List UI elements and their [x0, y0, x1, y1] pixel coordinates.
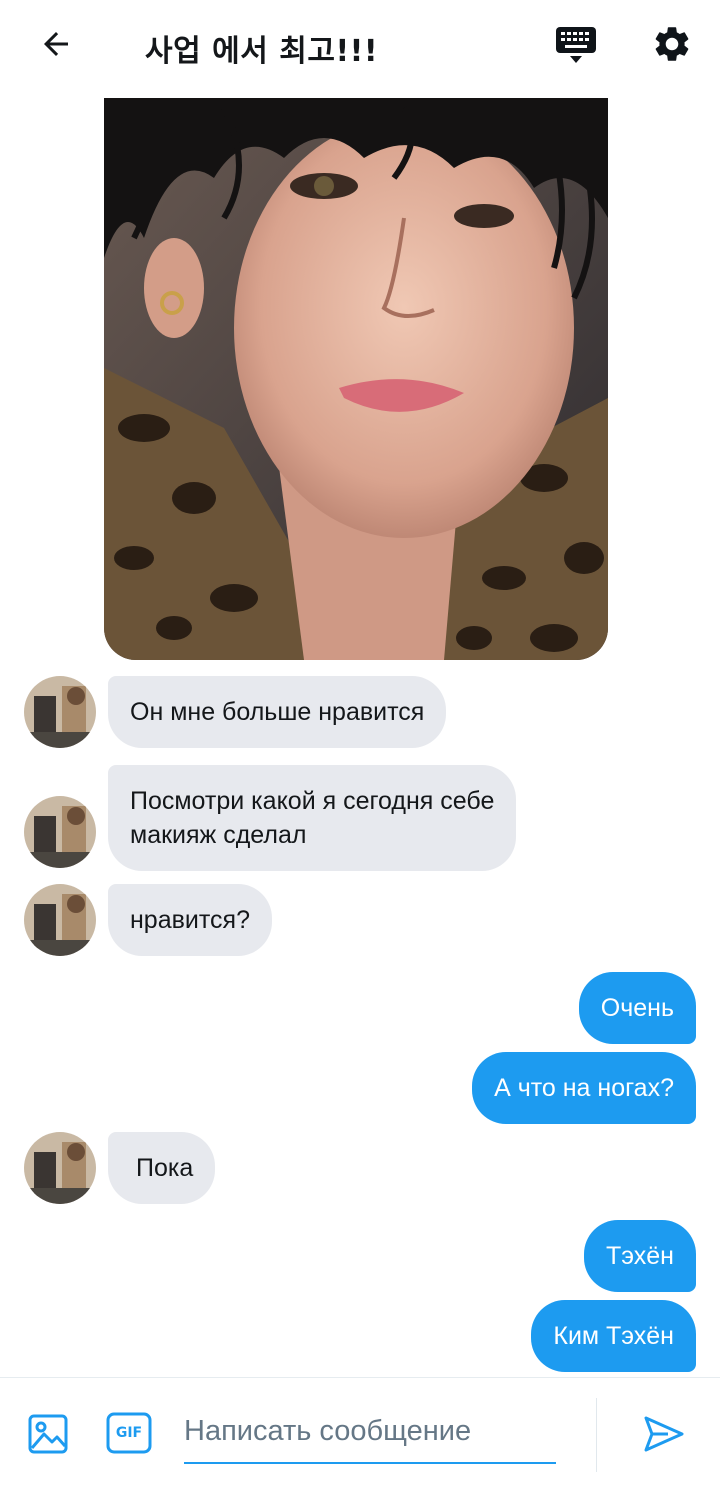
outgoing-message[interactable]: Очень — [578, 972, 696, 1044]
incoming-message[interactable]: Пока — [108, 1132, 216, 1204]
add-image-button[interactable] — [26, 1412, 70, 1456]
message-text: макияж сделал — [130, 821, 307, 849]
composer-divider — [596, 1398, 597, 1472]
add-gif-button[interactable]: GIF — [106, 1412, 152, 1454]
message-text: Он мне больше нравится — [130, 698, 425, 726]
incoming-message[interactable]: Посмотри какой я сегодня себе макияж сде… — [108, 765, 517, 871]
gif-label: GIF — [115, 1425, 143, 1441]
sender-avatar[interactable] — [24, 796, 96, 868]
message-input[interactable] — [184, 1400, 556, 1464]
message-text: нравится? — [130, 906, 250, 934]
message-text: Пока — [136, 1154, 194, 1182]
incoming-message[interactable]: Он мне больше нравится — [108, 676, 447, 748]
avatar-image — [24, 676, 96, 748]
send-button[interactable] — [640, 1410, 688, 1458]
settings-button[interactable] — [648, 20, 696, 68]
outgoing-message[interactable]: Ким Тэхён — [531, 1300, 696, 1372]
outgoing-message[interactable]: Тэхён — [584, 1220, 696, 1292]
sender-avatar[interactable] — [24, 1132, 96, 1204]
message-text: Тэхён — [606, 1242, 674, 1270]
message-text: Ким Тэхён — [553, 1322, 674, 1350]
avatar-image — [24, 1132, 96, 1204]
shared-photo[interactable] — [104, 98, 608, 660]
image-icon — [28, 1414, 68, 1454]
back-button[interactable] — [34, 22, 78, 66]
conversation-title: 사업 에서 최고!!! — [145, 34, 379, 69]
message-text: Очень — [600, 994, 674, 1022]
message-composer: GIF — [0, 1377, 720, 1492]
gear-icon — [655, 27, 689, 61]
back-arrow-icon — [44, 32, 68, 56]
message-text: Посмотри какой я сегодня себе — [130, 787, 495, 815]
send-icon — [644, 1416, 684, 1452]
conversation-header: 사업 에서 최고!!! — [0, 0, 720, 92]
outgoing-message[interactable]: А что на ногах? — [472, 1052, 696, 1124]
sender-avatar[interactable] — [24, 884, 96, 956]
message-text: А что на ногах? — [494, 1074, 674, 1102]
incoming-message[interactable]: нравится? — [108, 884, 272, 956]
keyboard-shortcuts-button[interactable] — [553, 22, 599, 68]
portrait-image — [104, 98, 608, 660]
avatar-image — [24, 884, 96, 956]
keyboard-icon — [556, 27, 596, 63]
sender-avatar[interactable] — [24, 676, 96, 748]
avatar-image — [24, 796, 96, 868]
